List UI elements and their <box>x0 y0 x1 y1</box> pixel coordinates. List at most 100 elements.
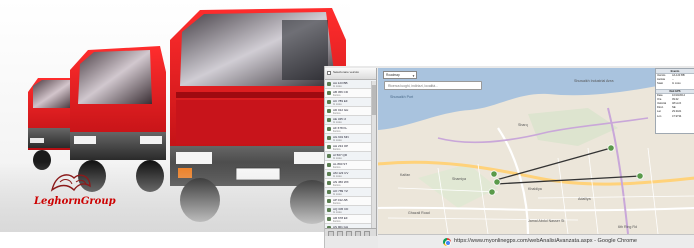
select-all-checkbox[interactable] <box>327 71 331 75</box>
map-type-select[interactable]: Roadmap ▼ <box>383 71 417 79</box>
truck-icon <box>327 154 331 158</box>
map-label-road-2: Jamal Abdul Nasser St <box>528 219 564 223</box>
vehicle-list-item[interactable]: AG 901 MN In moto <box>325 134 376 143</box>
map-label-road-3: 6th Ring Rd <box>618 225 637 229</box>
sidebar-scrollbar[interactable] <box>371 81 376 231</box>
vehicle-status: In moto <box>333 139 342 142</box>
vehicle-list-item[interactable]: AA 123 BB In moto <box>325 80 376 89</box>
truck-icon <box>327 208 331 212</box>
next-page-button[interactable] <box>346 231 352 236</box>
info-key: Data <box>657 93 663 97</box>
vehicle-list-item[interactable]: AC 789 EF In moto <box>325 98 376 107</box>
map-label-area-2: Sharq <box>518 123 528 127</box>
truck-icon <box>327 118 331 122</box>
vehicle-list-item[interactable]: AB 456 CD Fermo <box>325 89 376 98</box>
info-row: Stato In moto <box>656 82 694 86</box>
brand-logo-text: LeghornGroup <box>34 196 116 207</box>
vehicle-status: Fermo <box>333 166 341 169</box>
info-key: Autista <box>657 78 665 82</box>
truck-icon <box>327 109 331 113</box>
event-info-panel: Evento Veicolo AA 123 BB Autista -- Stato In … <box>655 68 694 134</box>
vehicle-marker[interactable] <box>493 178 501 186</box>
info-key: Lat <box>657 110 661 114</box>
last-page-button[interactable] <box>355 231 361 236</box>
map-canvas[interactable]: Shuwaikh Port Shuwaikh Industrial Area S… <box>378 68 694 234</box>
browser-status-bar: https://www.myonlinegps.com/webAnalisiAv… <box>378 234 694 248</box>
map-view[interactable]: Shuwaikh Port Shuwaikh Industrial Area S… <box>378 68 694 234</box>
vehicle-list-item[interactable]: AH 234 OP Fermo <box>325 143 376 152</box>
info-key: Velocità <box>657 101 667 105</box>
vehicle-list-item[interactable]: AR 678 EF Fermo <box>325 215 376 224</box>
info-key: Lon <box>657 114 662 118</box>
first-page-button[interactable] <box>328 231 334 236</box>
truck-icon <box>327 172 331 176</box>
vehicle-status: In moto <box>333 85 342 88</box>
vehicle-status: In moto <box>333 193 342 196</box>
prev-page-button[interactable] <box>337 231 343 236</box>
map-label-area-4: Shamiya <box>452 177 466 181</box>
vehicle-status: In moto <box>333 157 342 160</box>
vehicle-marker[interactable] <box>636 172 644 180</box>
vehicle-list: AA 123 BB In moto AB 456 CD Fermo AC 789 EF I… <box>325 80 376 233</box>
info-key: Ora <box>657 97 662 101</box>
info-value: In moto <box>672 82 681 86</box>
vehicle-list-item[interactable]: AM 123 UV In moto <box>325 170 376 179</box>
refresh-button[interactable] <box>364 231 370 236</box>
map-label-area-1: Shuwaikh Industrial Area <box>574 79 614 83</box>
vehicle-list-item[interactable]: AE 345 IJ In moto <box>325 116 376 125</box>
vehicle-marker[interactable] <box>607 144 615 152</box>
vehicle-sidebar: Selezionare veicolo AA 123 BB In moto AB 4… <box>325 68 377 236</box>
vehicle-list-item[interactable]: AP 012 AB Fermo <box>325 197 376 206</box>
vehicle-status: Fermo <box>333 184 341 187</box>
vehicle-list-item[interactable]: AQ 345 CD In moto <box>325 206 376 215</box>
map-search-input[interactable]: Ricerca luoghi, indirizzi, località... <box>384 81 482 90</box>
chevron-down-icon: ▼ <box>412 74 415 78</box>
vehicle-status: In moto <box>333 121 342 124</box>
vehicle-list-item[interactable]: AI 567 QR In moto <box>325 152 376 161</box>
vehicle-list-header[interactable]: Selezionare veicolo <box>325 68 376 80</box>
gps-data-rows: Data 10/10/2014 Ora 09:42 Velocità 48 km/h Dir… <box>656 94 694 119</box>
lion-emblem-icon <box>50 174 91 192</box>
truck-icon <box>327 181 331 185</box>
info-key: Veicolo <box>657 74 666 77</box>
truck-icon <box>327 163 331 167</box>
vehicle-status: Fermo <box>333 148 341 151</box>
info-key: Stato <box>657 82 664 86</box>
sidebar-toolbar <box>325 228 376 236</box>
vehicle-status: Fermo <box>333 94 341 97</box>
info-row: Lon 47.9734 <box>656 115 694 119</box>
vehicle-status: Fermo <box>333 220 341 223</box>
vehicle-status: In moto <box>333 175 342 178</box>
vehicle-status: Fermo <box>333 112 341 115</box>
brand-logo: LeghornGroup <box>34 170 116 210</box>
vehicle-status: Fermo <box>333 130 341 133</box>
vehicle-list-item[interactable]: AN 456 WX Fermo <box>325 179 376 188</box>
truck-icon <box>327 145 331 149</box>
gps-tracking-window: Selezionare veicolo AA 123 BB In moto AB 4… <box>324 66 694 248</box>
sidebar-scrollbar-thumb[interactable] <box>372 85 376 115</box>
truck-fleet-photo: LeghornGroup <box>0 0 350 232</box>
truck-icon <box>327 217 331 221</box>
truck-icon <box>327 127 331 131</box>
vehicle-list-item[interactable]: AL 890 ST Fermo <box>325 161 376 170</box>
vehicle-status: Fermo <box>333 202 341 205</box>
map-label-area-5: Khaldiya <box>528 187 542 191</box>
map-label-road-1: Ghazali Road <box>408 211 430 215</box>
vehicle-status: In moto <box>333 211 342 214</box>
vehicle-marker[interactable] <box>488 188 496 196</box>
truck-icon <box>327 190 331 194</box>
truck-icon <box>327 136 331 140</box>
truck-icon <box>327 199 331 203</box>
vehicle-list-item[interactable]: AD 012 GH Fermo <box>325 107 376 116</box>
info-key: Direz. <box>657 106 664 110</box>
info-value: 47.9734 <box>672 114 682 118</box>
vehicle-list-item[interactable]: AF 678 KL Fermo <box>325 125 376 134</box>
truck-icon <box>327 82 331 86</box>
vehicle-list-item[interactable]: AO 789 YZ In moto <box>325 188 376 197</box>
truck-icon <box>327 100 331 104</box>
chrome-icon <box>443 238 451 246</box>
map-label-area-3: Kaifan <box>400 173 410 177</box>
vehicle-list-header-label: Selezionare veicolo <box>333 70 360 74</box>
vehicle-marker[interactable] <box>490 170 498 178</box>
truck-icon <box>327 91 331 95</box>
